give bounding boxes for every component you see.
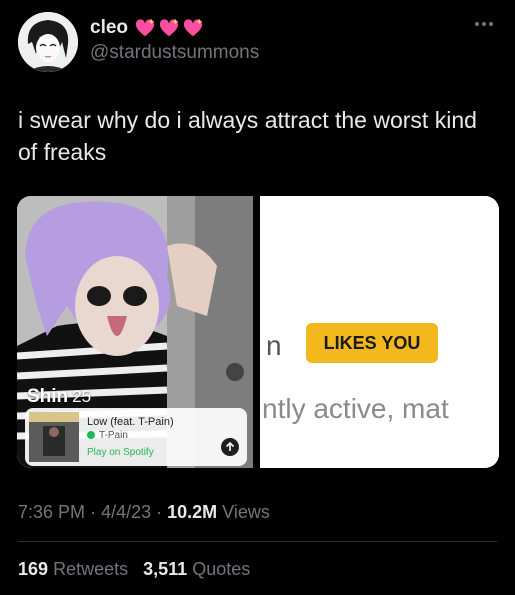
profile-name: Shin 25 xyxy=(27,386,91,408)
song-title: Low (feat. T-Pain) xyxy=(87,416,174,428)
spotify-icon xyxy=(87,431,95,439)
image-divider xyxy=(253,196,260,468)
sparkling-heart-icon xyxy=(135,18,155,37)
tweet-time[interactable]: 7:36 PM xyxy=(18,502,85,522)
album-art xyxy=(29,412,79,462)
avatar[interactable] xyxy=(18,12,78,72)
sparkling-heart-icon xyxy=(159,18,179,37)
retweets-label: Retweets xyxy=(53,559,129,579)
quotes-label: Quotes xyxy=(192,559,251,579)
arrow-up-icon[interactable] xyxy=(221,438,239,456)
tweet-timestamp-row: 7:36 PM · 4/4/23 · 10.2M Views xyxy=(18,502,270,522)
views-label: Views xyxy=(222,502,270,522)
dating-profile-screenshot: Shin 25 Low (feat. T-Pain) T-Pain Play on… xyxy=(17,196,253,468)
tweet-text: i swear why do i always attract the wors… xyxy=(18,107,477,165)
profile-name-text: Shin xyxy=(27,386,69,407)
profile-age: 25 xyxy=(72,387,92,406)
play-on-spotify-link[interactable]: Play on Spotify xyxy=(87,447,154,458)
likes-you-badge: LIKES YOU xyxy=(306,323,438,363)
emoji-hearts xyxy=(134,18,204,38)
song-artist: T-Pain xyxy=(99,430,128,441)
author-display-name[interactable]: cleo xyxy=(90,17,204,39)
recently-active-text: ntly active, mat xyxy=(262,393,449,424)
retweets-count: 169 xyxy=(18,559,49,579)
likes-you-screenshot: n LIKES YOU ntly active, mat xyxy=(260,196,499,468)
display-name-text: cleo xyxy=(90,17,129,38)
partial-name-text: n xyxy=(266,330,282,361)
tweet-stats-row: 169 Retweets 3,511 Quotes xyxy=(18,559,250,580)
tweet-date[interactable]: 4/4/23 xyxy=(101,502,151,522)
tweet-media[interactable]: Shin 25 Low (feat. T-Pain) T-Pain Play on… xyxy=(17,196,499,468)
quotes-stat[interactable]: 3,511 Quotes xyxy=(143,559,250,579)
author-handle[interactable]: @stardustsummons xyxy=(90,42,259,64)
divider xyxy=(18,541,497,542)
views-count: 10.2M xyxy=(167,502,218,522)
spotify-anthem-card[interactable]: Low (feat. T-Pain) T-Pain Play on Spotif… xyxy=(25,408,247,466)
sparkling-heart-icon xyxy=(183,18,203,37)
more-options-icon[interactable] xyxy=(475,20,497,28)
quotes-count: 3,511 xyxy=(143,559,188,579)
avatar-illustration xyxy=(18,12,78,72)
retweets-stat[interactable]: 169 Retweets xyxy=(18,559,128,579)
